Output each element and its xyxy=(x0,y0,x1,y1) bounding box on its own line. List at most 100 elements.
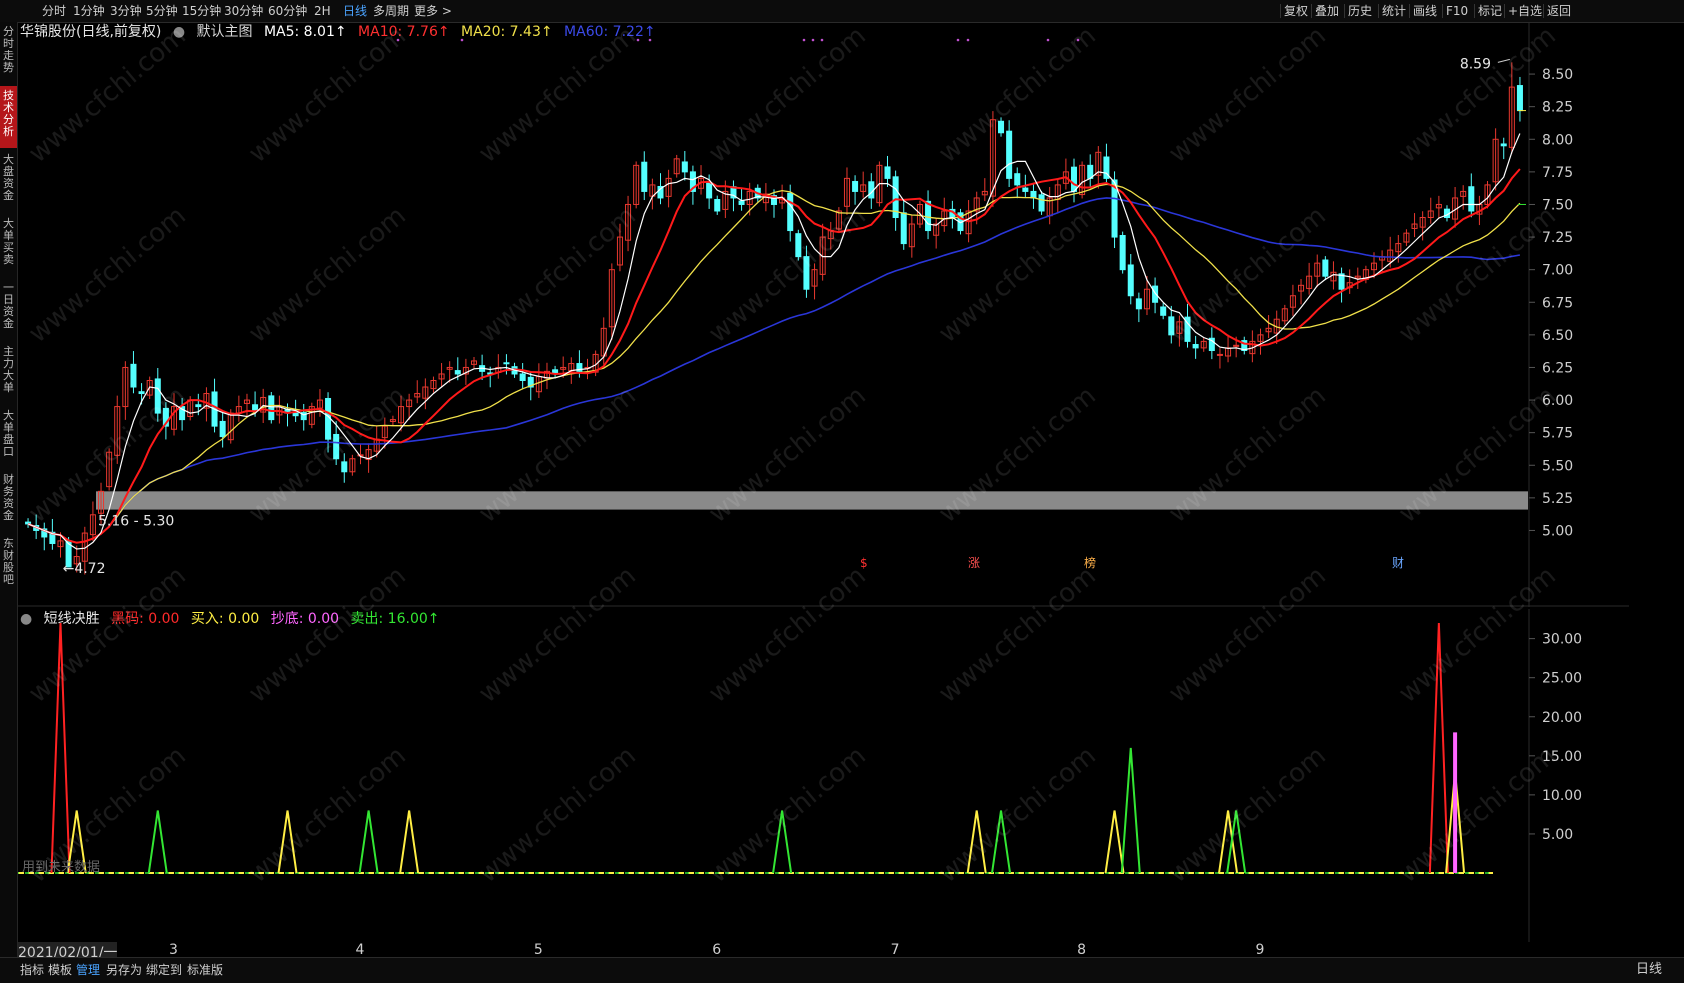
price-tick-label: 7.75 xyxy=(1542,165,1573,181)
bottom-tab-5[interactable]: 标准版 xyxy=(187,960,223,980)
event-marker-1[interactable]: 涨 xyxy=(968,555,980,570)
spike-buy xyxy=(966,810,987,874)
bottom-tab-3[interactable]: 另存为 xyxy=(106,960,142,980)
event-marker-3[interactable]: 财 xyxy=(1392,556,1404,570)
toolbar-button-5[interactable]: F10 xyxy=(1446,0,1468,22)
period-tab-1[interactable]: 1分钟 xyxy=(73,0,105,22)
sidebar-tab-1[interactable]: 技术分析 xyxy=(0,86,17,148)
period-tab-0[interactable]: 分时 xyxy=(42,0,66,22)
sidebar-tab-5[interactable]: 主力大单 xyxy=(0,342,17,404)
spike-sell xyxy=(772,810,793,874)
event-marker-0[interactable]: $ xyxy=(860,556,868,570)
spike-sell xyxy=(1120,747,1141,874)
signal-dot xyxy=(966,38,970,42)
month-label-8: 8 xyxy=(1077,942,1087,958)
sidebar-tab-8[interactable]: 东财股吧 xyxy=(0,534,17,596)
toolbar-button-8[interactable]: 返回 xyxy=(1547,0,1571,22)
candle-body xyxy=(1216,353,1223,356)
toolbar-button-2[interactable]: 历史 xyxy=(1348,0,1372,22)
indicator-chart[interactable]: 5.00 10.00 15.00 20.00 25.00 30.00 用到未来数据 xyxy=(18,609,1629,942)
month-label-4: 4 xyxy=(355,942,365,958)
spike-buy xyxy=(399,810,420,874)
bottom-tab-4[interactable]: 绑定到 xyxy=(146,960,182,980)
candle-body xyxy=(341,461,348,473)
toolbar-divider xyxy=(1344,4,1345,18)
candle-body xyxy=(787,192,794,232)
signal-dot xyxy=(636,38,640,42)
toolbar-button-7[interactable]: +自选 xyxy=(1508,0,1542,22)
candle-body xyxy=(852,181,859,192)
candle-body xyxy=(1160,306,1167,316)
high-price-pointer xyxy=(1497,58,1510,63)
ind-tick-label: 30.00 xyxy=(1542,632,1582,648)
candle-body xyxy=(1014,173,1021,186)
candle-body xyxy=(195,404,202,408)
spike-buy xyxy=(277,810,298,874)
candle-body xyxy=(1468,186,1475,212)
bottom-tab-1[interactable]: 模板 xyxy=(48,960,72,980)
candle-body xyxy=(268,395,275,421)
toolbar-divider xyxy=(1280,4,1281,18)
support-band xyxy=(96,491,1528,510)
low-price-label: ←4.72 xyxy=(63,561,106,577)
month-label-5: 5 xyxy=(533,942,543,958)
candle-body xyxy=(1192,344,1199,349)
candle-body xyxy=(998,120,1005,134)
candle-body xyxy=(292,412,299,417)
event-marker-2[interactable]: 榜 xyxy=(1084,555,1096,570)
candle-body xyxy=(138,391,145,395)
ma20-line xyxy=(27,183,1521,544)
candlestick-chart[interactable]: 5.00 5.25 5.50 5.75 6.00 6.25 6.50 6.75 7.00 7.25… xyxy=(18,22,1629,607)
candle-body xyxy=(803,256,810,290)
period-tab-3[interactable]: 5分钟 xyxy=(146,0,178,22)
period-tab-6[interactable]: 60分钟 xyxy=(268,0,307,22)
sidebar-tab-7[interactable]: 财务资金 xyxy=(0,470,17,532)
toolbar-button-1[interactable]: 叠加 xyxy=(1315,0,1339,22)
sidebar-tab-0[interactable]: 分时走势 xyxy=(0,22,17,84)
month-label-6: 6 xyxy=(712,942,722,958)
candle-body xyxy=(219,420,226,438)
period-indicator[interactable]: 日线 xyxy=(1636,960,1662,980)
ind-tick-label: 15.00 xyxy=(1542,749,1582,765)
toolbar-divider xyxy=(1378,4,1379,18)
period-tab-10[interactable]: 更多 > xyxy=(414,0,452,22)
candle-body xyxy=(706,182,713,199)
period-tab-7[interactable]: 2H xyxy=(314,0,331,22)
sidebar-tab-6[interactable]: 大单盘口 xyxy=(0,406,17,468)
spike-heima xyxy=(1428,622,1449,874)
ind-tick-label: 10.00 xyxy=(1542,788,1582,804)
period-tab-9[interactable]: 多周期 xyxy=(373,0,409,22)
price-tick-label: 8.50 xyxy=(1542,67,1573,83)
toolbar-button-6[interactable]: 标记 xyxy=(1478,0,1502,22)
candle-body xyxy=(1006,130,1013,179)
candle-body xyxy=(1322,259,1329,277)
ind-tick-label: 25.00 xyxy=(1542,671,1582,687)
candle-body xyxy=(519,373,526,381)
signal-dot xyxy=(802,38,806,42)
ma60-line xyxy=(27,197,1521,544)
toolbar-button-4[interactable]: 画线 xyxy=(1413,0,1437,22)
toolbar-button-0[interactable]: 复权 xyxy=(1284,0,1308,22)
signal-dot xyxy=(648,38,652,42)
candle-body xyxy=(454,370,461,375)
candle-body xyxy=(1119,235,1126,271)
price-tick-label: 5.00 xyxy=(1542,523,1573,539)
period-tab-5[interactable]: 30分钟 xyxy=(224,0,263,22)
bottom-tab-0[interactable]: 指标 xyxy=(20,960,44,980)
price-tick-label: 8.00 xyxy=(1542,132,1573,148)
spike-sell xyxy=(991,810,1012,874)
period-toolbar: 分时 1分钟 3分钟 5分钟 15分钟 30分钟 60分钟 2H 日线 多周期 更多 > 复权 叠加 历史… xyxy=(0,0,1684,23)
toolbar-button-3[interactable]: 统计 xyxy=(1382,0,1406,22)
sidebar-tab-3[interactable]: 大单买卖 xyxy=(0,214,17,276)
high-price-label: 8.59 xyxy=(1460,56,1491,72)
candle-body xyxy=(714,199,721,212)
candle-body xyxy=(900,212,907,245)
sidebar-tab-2[interactable]: 大盘资金 xyxy=(0,150,17,212)
sidebar-tab-4[interactable]: 一日资金 xyxy=(0,278,17,340)
period-tab-2[interactable]: 3分钟 xyxy=(110,0,142,22)
period-tab-8[interactable]: 日线 xyxy=(343,0,367,22)
bottom-tab-2[interactable]: 管理 xyxy=(76,960,100,980)
candle-body xyxy=(333,433,340,460)
period-tab-4[interactable]: 15分钟 xyxy=(182,0,221,22)
price-tick-label: 7.25 xyxy=(1542,230,1573,246)
